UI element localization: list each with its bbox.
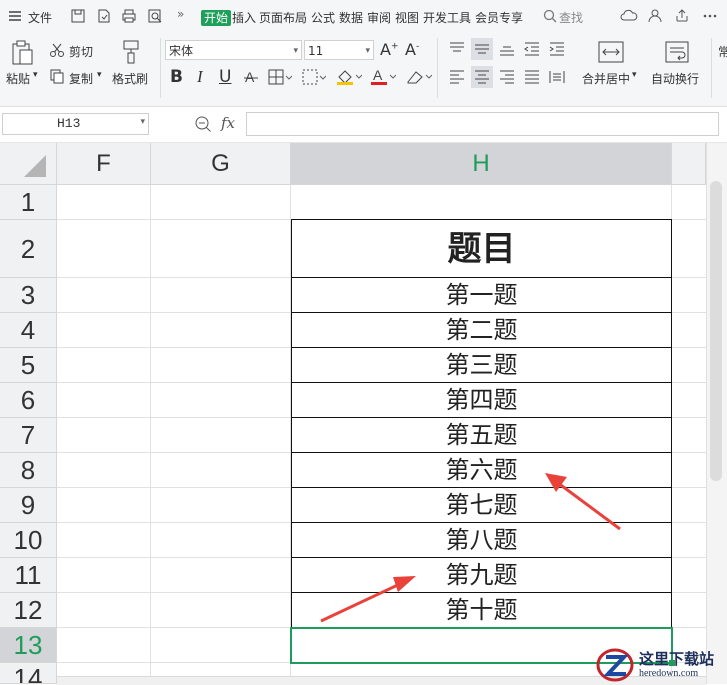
italic-button[interactable]: I: [197, 67, 203, 87]
name-box-dropdown-icon: ▾: [140, 117, 145, 127]
tab-view[interactable]: 视图: [395, 9, 419, 26]
copy-button[interactable]: 复制: [69, 70, 93, 87]
tab-home[interactable]: 开始: [201, 9, 232, 26]
scissors-icon[interactable]: [49, 42, 65, 62]
decrease-font-icon[interactable]: A-: [405, 40, 419, 59]
align-bottom-icon[interactable]: [498, 41, 516, 61]
vertical-scrollbar[interactable]: [706, 143, 727, 684]
print-icon[interactable]: [121, 8, 139, 26]
formula-input[interactable]: [246, 112, 719, 136]
align-center-icon[interactable]: [471, 66, 493, 88]
name-box[interactable]: H13 ▾: [2, 113, 149, 135]
svg-text:A: A: [373, 68, 383, 83]
svg-text:A: A: [245, 69, 255, 85]
clear-format-icon[interactable]: [404, 68, 433, 90]
align-middle-icon[interactable]: [471, 38, 493, 60]
font-color-icon[interactable]: A: [370, 67, 397, 90]
wrap-text-button[interactable]: 自动换行: [651, 70, 699, 87]
decrease-indent-icon[interactable]: [523, 41, 541, 61]
merge-center-button[interactable]: 合并居中: [582, 70, 630, 87]
tab-review[interactable]: 审阅: [367, 9, 391, 26]
more-tabs-icon[interactable]: »: [177, 7, 184, 21]
format-painter-button[interactable]: 格式刷: [112, 70, 148, 87]
insert-function-icon[interactable]: fx: [221, 114, 235, 132]
search-label[interactable]: 查找: [559, 9, 583, 26]
align-left-icon[interactable]: [448, 69, 466, 89]
ribbon-divider: [160, 38, 161, 98]
tab-formulas[interactable]: 公式: [311, 9, 335, 26]
hamburger-menu-icon[interactable]: [8, 8, 26, 26]
watermark-logo-icon: [596, 648, 634, 682]
more-options-icon[interactable]: [702, 8, 720, 26]
bold-button[interactable]: B: [170, 67, 183, 87]
zoom-lookup-icon[interactable]: [194, 115, 212, 137]
format-painter-icon[interactable]: [120, 39, 142, 69]
watermark: 这里下载站 heredown.com: [593, 645, 727, 684]
file-menu[interactable]: 文件: [28, 9, 52, 26]
fill-pattern-icon[interactable]: [302, 69, 327, 89]
borders-icon[interactable]: [268, 69, 293, 89]
distributed-align-icon[interactable]: [548, 69, 566, 89]
copy-icon[interactable]: [49, 68, 65, 88]
spreadsheet-grid: F G H 1 2 3 4 5 6 7 8 9 10 11 12 13 14 题…: [0, 143, 706, 684]
number-format-select[interactable]: 常: [718, 43, 727, 60]
tab-page-layout[interactable]: 页面布局: [259, 9, 307, 26]
formula-bar: H13 ▾ fx: [0, 108, 727, 143]
increase-font-icon[interactable]: A+: [380, 40, 399, 59]
tab-member[interactable]: 会员专享: [475, 9, 523, 26]
ribbon-toolbar: 粘贴 ▾ 剪切 复制 ▾ 格式刷 宋体 ▾ 11 ▾ A+ A- B I U A A: [0, 34, 727, 107]
increase-indent-icon[interactable]: [548, 41, 566, 61]
tab-data[interactable]: 数据: [339, 9, 363, 26]
justify-icon[interactable]: [523, 69, 541, 89]
merge-dropdown-icon[interactable]: ▾: [632, 70, 637, 80]
cloud-sync-icon[interactable]: [620, 8, 638, 26]
font-size-select[interactable]: 11 ▾: [304, 40, 374, 60]
copy-dropdown-icon[interactable]: ▾: [97, 70, 102, 80]
user-icon[interactable]: [647, 8, 665, 26]
tab-insert[interactable]: 插入: [232, 9, 256, 26]
menu-bar: 文件 » 开始 插入 页面布局 公式 数据 审阅 视图 开发工具 会员专享 查找: [0, 0, 727, 34]
paste-dropdown-icon[interactable]: ▾: [33, 70, 38, 80]
font-name-select[interactable]: 宋体 ▾: [165, 40, 302, 60]
align-right-icon[interactable]: [498, 69, 516, 89]
paste-icon[interactable]: [10, 40, 34, 70]
share-icon[interactable]: [674, 8, 692, 26]
save-icon[interactable]: [70, 8, 88, 26]
tab-developer[interactable]: 开发工具: [423, 9, 471, 26]
wrap-text-icon[interactable]: [665, 41, 689, 67]
align-top-icon[interactable]: [448, 41, 466, 61]
strikethrough-icon[interactable]: A: [243, 69, 259, 89]
ribbon-divider: [437, 38, 438, 98]
underline-button[interactable]: U: [219, 67, 231, 87]
export-pdf-icon[interactable]: [96, 8, 114, 26]
paste-button[interactable]: 粘贴: [6, 70, 30, 87]
cut-button[interactable]: 剪切: [69, 43, 93, 60]
print-preview-icon[interactable]: [147, 8, 165, 26]
ribbon-divider: [711, 38, 712, 98]
merge-center-icon[interactable]: [598, 41, 624, 67]
scrollbar-thumb[interactable]: [710, 181, 722, 481]
fill-color-icon[interactable]: [336, 68, 363, 90]
annotation-arrows: [320, 473, 621, 623]
